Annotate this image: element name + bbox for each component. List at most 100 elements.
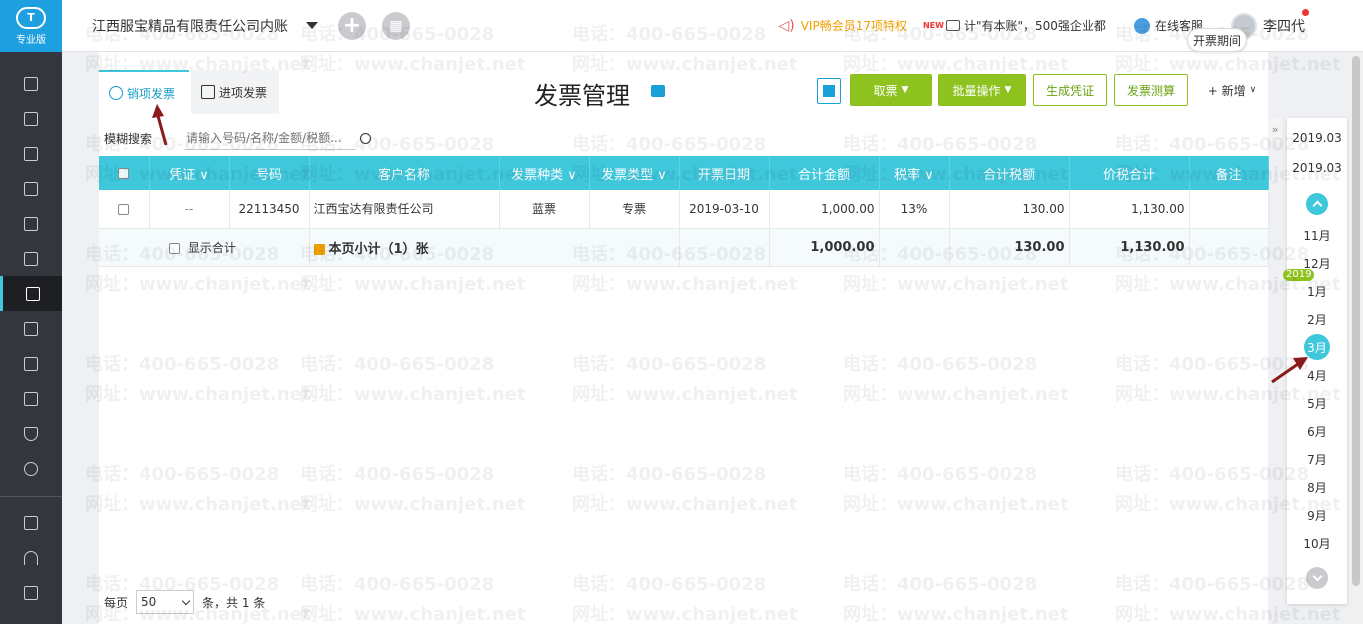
column-label: 客户名称 (377, 167, 430, 183)
column-header-number: 号码 (229, 156, 310, 190)
month-item[interactable]: 2月 (1287, 305, 1347, 333)
column-header-date: 开票日期 (679, 156, 770, 190)
sidebar-item-document[interactable] (0, 381, 62, 416)
collapse-icon[interactable] (313, 243, 325, 255)
collapse-panel-button[interactable]: » (1268, 118, 1282, 142)
video-help-icon[interactable] (651, 85, 665, 97)
column-header-kind[interactable]: 发票种类 ∨ (499, 156, 590, 190)
column-header-voucher[interactable]: 凭证 ∨ (149, 156, 230, 190)
column-header-rate[interactable]: 税率 ∨ (879, 156, 950, 190)
sidebar-item-ledger[interactable] (0, 66, 62, 101)
cloud-logo-icon: T (16, 6, 46, 29)
pager-summary: 条，共 1 条 (202, 595, 266, 610)
sidebar-item-shield[interactable] (0, 416, 62, 451)
chevron-down-icon (181, 596, 191, 605)
sidebar-item-video[interactable] (0, 505, 62, 540)
scroll-down-button[interactable] (1306, 567, 1328, 589)
sidebar-item-speed[interactable] (0, 540, 62, 575)
user-name: 李四代 (1263, 18, 1305, 35)
column-header-tax: 合计税额 (949, 156, 1070, 190)
invoice-calc-label: 发票测算 (1126, 83, 1175, 98)
month-item[interactable]: 9月 (1287, 501, 1347, 529)
logo-mark: T (27, 11, 35, 24)
column-header-type[interactable]: 发票类型 ∨ (589, 156, 680, 190)
subtotal-total: 1,130.00 (1069, 228, 1190, 267)
sidebar-item-calendar[interactable] (0, 206, 62, 241)
sidebar: T 专业版 (0, 0, 62, 624)
sidebar-item-book[interactable] (0, 241, 62, 276)
month-label: 10月 (1303, 536, 1331, 551)
add-new-button[interactable]: + 新增 ∨ (1199, 74, 1265, 106)
company-selector[interactable]: 江西服宝精品有限责任公司内账 (92, 16, 322, 36)
sidebar-item-building[interactable] (0, 171, 62, 206)
month-item[interactable]: 4月 (1287, 361, 1347, 389)
period-button[interactable]: 开票期间 (1187, 28, 1247, 52)
cell-remark (1189, 190, 1269, 229)
sidebar-item-settings[interactable] (0, 451, 62, 486)
subtotal-label: 本页小计（1）张 (328, 241, 429, 257)
month-item[interactable]: 10月 (1287, 529, 1347, 557)
month-item[interactable]: 8月 (1287, 473, 1347, 501)
top-bar: 江西服宝精品有限责任公司内账 + ▦ ◁) VIP畅会员17项特权 NEW 计"… (62, 0, 1363, 52)
row-select-cell[interactable] (99, 190, 150, 229)
cell-voucher: -- (149, 190, 230, 229)
page-scrollbar[interactable] (1349, 52, 1363, 624)
month-item[interactable]: 11月 (1287, 221, 1347, 249)
sales-invoice-icon (109, 86, 123, 100)
tab-label: 进项发票 (219, 85, 268, 100)
select-all-checkbox[interactable] (118, 167, 130, 179)
caret-down-icon (306, 22, 318, 29)
month-label: 11月 (1303, 228, 1331, 243)
building-icon (24, 181, 38, 196)
edition-label: 专业版 (16, 34, 46, 46)
ledger-icon (24, 76, 38, 91)
period-start[interactable]: 2019.03 (1287, 123, 1347, 153)
month-item[interactable]: 3月 (1287, 333, 1347, 361)
fetch-invoice-button[interactable]: 取票 ▼ (850, 74, 932, 106)
per-page-select[interactable]: 50 (136, 590, 195, 614)
search-input[interactable] (184, 126, 356, 150)
month-item[interactable]: 1月 2019 (1283, 269, 1347, 305)
show-total-cell[interactable]: 显示合计 (99, 228, 310, 267)
sidebar-item-voucher[interactable] (0, 101, 62, 136)
table-row[interactable]: -- 22113450 江西宝达有限责任公司 蓝票 专票 2019-03-10 … (99, 190, 1269, 229)
cell-type: 专票 (589, 190, 680, 229)
search-mode-selector[interactable]: 模糊搜索 (104, 130, 176, 147)
show-total-checkbox[interactable] (169, 242, 180, 254)
period-end[interactable]: 2019.03 (1287, 153, 1347, 183)
search-icon[interactable] (360, 132, 371, 144)
select-all-header[interactable] (99, 156, 150, 190)
month-item[interactable]: 7月 (1287, 445, 1347, 473)
scrollbar-thumb[interactable] (1352, 56, 1360, 586)
period-button-label: 开票期间 (1192, 33, 1241, 48)
sidebar-item-tax[interactable] (0, 346, 62, 381)
grid-circle-button[interactable]: ▦ (382, 11, 410, 40)
add-circle-button[interactable]: + (338, 11, 366, 40)
news-ticker[interactable]: NEW 计"有本账"，500强企业都 (923, 17, 1118, 34)
row-checkbox[interactable] (118, 203, 130, 215)
main-panel: 销项发票 进项发票 发票管理 取票 ▼ 批量操作 ▼ 生成凭证 发票测算 + 新增 ∨… (99, 52, 1269, 624)
vip-text: VIP畅会员17项特权 (800, 19, 907, 33)
cell-number: 22113450 (229, 190, 310, 229)
generate-voucher-button[interactable]: 生成凭证 (1033, 74, 1107, 106)
sidebar-item-doc[interactable] (0, 575, 62, 610)
sidebar-item-report[interactable] (0, 136, 62, 171)
vip-link[interactable]: ◁) VIP畅会员17项特权 (778, 17, 907, 34)
batch-operation-button[interactable]: 批量操作 ▼ (938, 74, 1026, 106)
invoice-calc-button[interactable]: 发票测算 (1114, 74, 1188, 106)
app-logo[interactable]: T 专业版 (0, 0, 62, 52)
cell-rate: 13% (879, 190, 950, 229)
sidebar-item-invoice[interactable] (0, 276, 62, 311)
tab-sales-invoice[interactable]: 销项发票 (99, 70, 189, 114)
column-label: 发票种类 (511, 167, 564, 183)
layout-toggle-button[interactable] (817, 78, 841, 104)
tab-purchase-invoice[interactable]: 进项发票 (191, 70, 279, 114)
month-item[interactable]: 5月 (1287, 389, 1347, 417)
sidebar-item-chart-panel[interactable] (0, 311, 62, 346)
show-total-label: 显示合计 (187, 240, 236, 255)
grid-icon: ▦ (389, 17, 403, 34)
scroll-up-button[interactable] (1306, 193, 1328, 215)
month-label: 8月 (1307, 480, 1327, 495)
month-item[interactable]: 6月 (1287, 417, 1347, 445)
plus-icon: + (342, 12, 362, 38)
